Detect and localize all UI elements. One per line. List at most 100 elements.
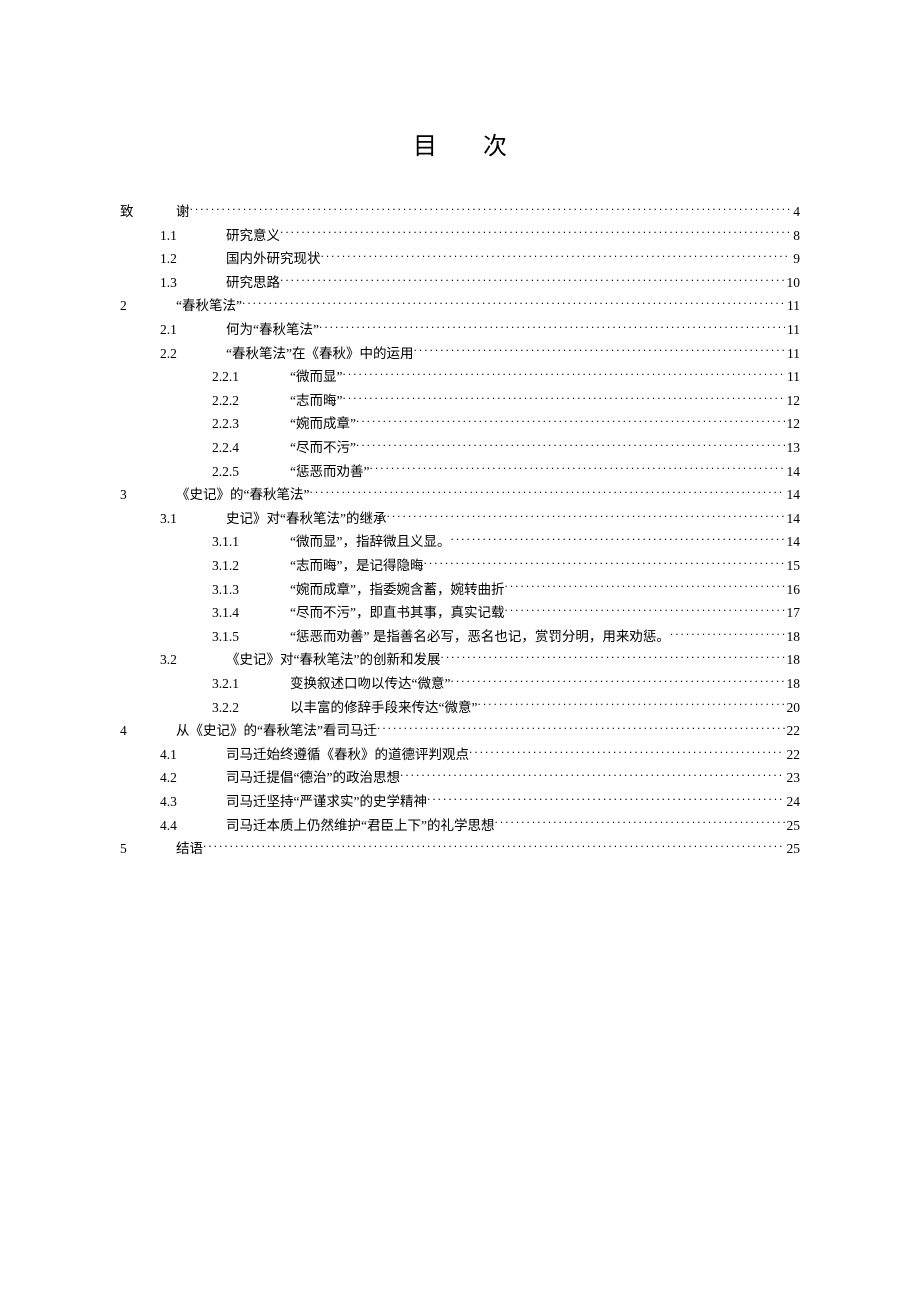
toc-entry-number: 3.1.3 <box>212 579 290 601</box>
toc-leader-dots <box>369 462 784 476</box>
toc-entry-page: 18 <box>785 673 801 695</box>
toc-entry: 2.1何为“春秋笔法”11 <box>120 319 800 341</box>
toc-entry: 4.4司马迁本质上仍然维护“君臣上下”的礼学思想 25 <box>120 815 800 837</box>
toc-entry-title: 司马迁坚持“严谨求实”的史学精神 <box>226 791 427 813</box>
toc-entry-title: “春秋笔法” <box>176 295 242 317</box>
toc-entry: 2.2.3“婉而成章” 12 <box>120 413 800 435</box>
toc-entry-number: 2.1 <box>160 319 226 341</box>
toc-entry-page: 14 <box>785 508 801 530</box>
toc-entry: 3.1史记》对“春秋笔法”的继承 14 <box>120 508 800 530</box>
toc-entry: 3.1.2“志而晦”，是记得隐晦15 <box>120 555 800 577</box>
toc-entry: 3.1.1“微而显”，指辞微且义显。 14 <box>120 531 800 553</box>
toc-entry: 3.2.2以丰富的修辞手段来传达“微意”20 <box>120 697 800 719</box>
toc-leader-dots <box>423 556 784 570</box>
toc-entry: 2“春秋笔法” 11 <box>120 295 800 317</box>
toc-entry-page: 15 <box>785 555 801 577</box>
toc-leader-dots <box>450 674 784 688</box>
toc-entry-number: 2.2.5 <box>212 461 290 483</box>
toc-leader-dots <box>670 627 785 641</box>
toc-entry-title: “尽而不污” <box>290 437 356 459</box>
toc-entry-number: 3.1.2 <box>212 555 290 577</box>
toc-entry-title: 史记》对“春秋笔法”的继承 <box>226 508 386 530</box>
toc-entry: 3.1.5“惩恶而劝善” 是指善名必写，恶名也记，赏罚分明，用来劝惩。18 <box>120 626 800 648</box>
toc-entry: 致谢4 <box>120 201 800 223</box>
toc-entry-page: 14 <box>785 484 801 506</box>
toc-entry-number: 2.2.1 <box>212 366 290 388</box>
toc-leader-dots <box>280 273 785 287</box>
toc-leader-dots <box>413 344 785 358</box>
toc-entry-page: 22 <box>785 744 801 766</box>
toc-entry-number: 4.4 <box>160 815 226 837</box>
toc-entry-number: 4.1 <box>160 744 226 766</box>
toc-leader-dots <box>504 604 784 618</box>
toc-entry-page: 17 <box>785 602 801 624</box>
toc-entry-number: 2.2 <box>160 343 226 365</box>
toc-entry: 2.2.5“惩恶而劝善” 14 <box>120 461 800 483</box>
toc-entry-title: “惩恶而劝善” 是指善名必写，恶名也记，赏罚分明，用来劝惩。 <box>290 626 670 648</box>
toc-entry-number: 2 <box>120 295 176 317</box>
toc-entry: 2.2.1“微而显”11 <box>120 366 800 388</box>
toc-leader-dots <box>203 840 785 854</box>
toc-entry: 3.2《史记》对“春秋笔法”的创新和发展18 <box>120 649 800 671</box>
toc-entry-number: 3.1 <box>160 508 226 530</box>
toc-entry-page: 11 <box>785 343 800 365</box>
toc-entry: 3.2.1变换叙述口吻以传达“微意”18 <box>120 673 800 695</box>
toc-entry-number: 4.3 <box>160 791 226 813</box>
toc-entry-page: 25 <box>785 815 801 837</box>
toc-entry-title: “婉而成章”，指委婉含蓄，婉转曲折 <box>290 579 504 601</box>
toc-leader-dots <box>427 792 785 806</box>
toc-entry-number: 3.1.1 <box>212 531 290 553</box>
toc-entry-number: 1.1 <box>160 225 226 247</box>
toc-entry-title: 《史记》对“春秋笔法”的创新和发展 <box>226 649 440 671</box>
toc-entry-title: “尽而不污”，即直书其事，真实记载 <box>290 602 504 624</box>
toc-entry-title: 国内外研究现状 <box>226 248 321 270</box>
toc-entry-page: 11 <box>785 366 800 388</box>
toc-entry: 4.3司马迁坚持“严谨求实”的史学精神24 <box>120 791 800 813</box>
toc-entry-page: 12 <box>785 413 801 435</box>
toc-leader-dots <box>342 368 785 382</box>
toc-entry-number: 5 <box>120 838 176 860</box>
toc-entry: 1.1研究意义8 <box>120 225 800 247</box>
toc-entry-page: 22 <box>785 720 801 742</box>
toc-entry-title: 司马迁本质上仍然维护“君臣上下”的礼学思想 <box>226 815 494 837</box>
toc-entry-title: “婉而成章” <box>290 413 356 435</box>
toc-leader-dots <box>440 651 784 665</box>
toc-leader-dots <box>494 816 784 830</box>
toc-entry-page: 12 <box>785 390 801 412</box>
toc-entry: 1.2国内外研究现状9 <box>120 248 800 270</box>
toc-entry: 4.1司马迁始终遵循《春秋》的道德评判观点22 <box>120 744 800 766</box>
toc-entry-title: “微而显”，指辞微且义显。 <box>290 531 450 553</box>
document-page: 目 次 致谢41.1研究意义81.2国内外研究现状91.3研究思路102“春秋笔… <box>0 0 920 860</box>
toc-leader-dots <box>477 698 784 712</box>
toc-leader-dots <box>356 415 785 429</box>
toc-entry-page: 18 <box>785 626 801 648</box>
toc-entry-number: 2.2.4 <box>212 437 290 459</box>
toc-leader-dots <box>342 391 784 405</box>
toc-entry-title: 结语 <box>176 838 203 860</box>
toc-entry: 2.2“春秋笔法”在《春秋》中的运用11 <box>120 343 800 365</box>
toc-entry: 2.2.2“志而晦” 12 <box>120 390 800 412</box>
toc-leader-dots <box>321 250 792 264</box>
toc-entry-number: 3.2.1 <box>212 673 290 695</box>
toc-entry-number: 2.2.2 <box>212 390 290 412</box>
toc-entry-number: 3.1.4 <box>212 602 290 624</box>
toc-leader-dots <box>280 226 791 240</box>
toc-entry-title: “惩恶而劝善” <box>290 461 369 483</box>
toc-leader-dots <box>386 509 784 523</box>
toc-entry-title: 何为“春秋笔法” <box>226 319 319 341</box>
toc-entry-page: 13 <box>785 437 801 459</box>
toc-entry-page: 11 <box>785 295 800 317</box>
toc-entry-number: 3 <box>120 484 176 506</box>
toc-entry-page: 9 <box>791 248 800 270</box>
toc-leader-dots <box>504 580 784 594</box>
toc-entry-title: “志而晦” <box>290 390 342 412</box>
toc-leader-dots <box>356 439 785 453</box>
toc-entry: 4从《史记》的“春秋笔法”看司马迁22 <box>120 720 800 742</box>
toc-entry-page: 14 <box>785 461 801 483</box>
toc-entry-page: 23 <box>785 767 801 789</box>
toc-entry-page: 16 <box>785 579 801 601</box>
toc-entry-number: 4.2 <box>160 767 226 789</box>
toc-entry-title: 以丰富的修辞手段来传达“微意” <box>290 697 477 719</box>
toc-entry-number: 2.2.3 <box>212 413 290 435</box>
toc-entry-page: 14 <box>785 531 801 553</box>
